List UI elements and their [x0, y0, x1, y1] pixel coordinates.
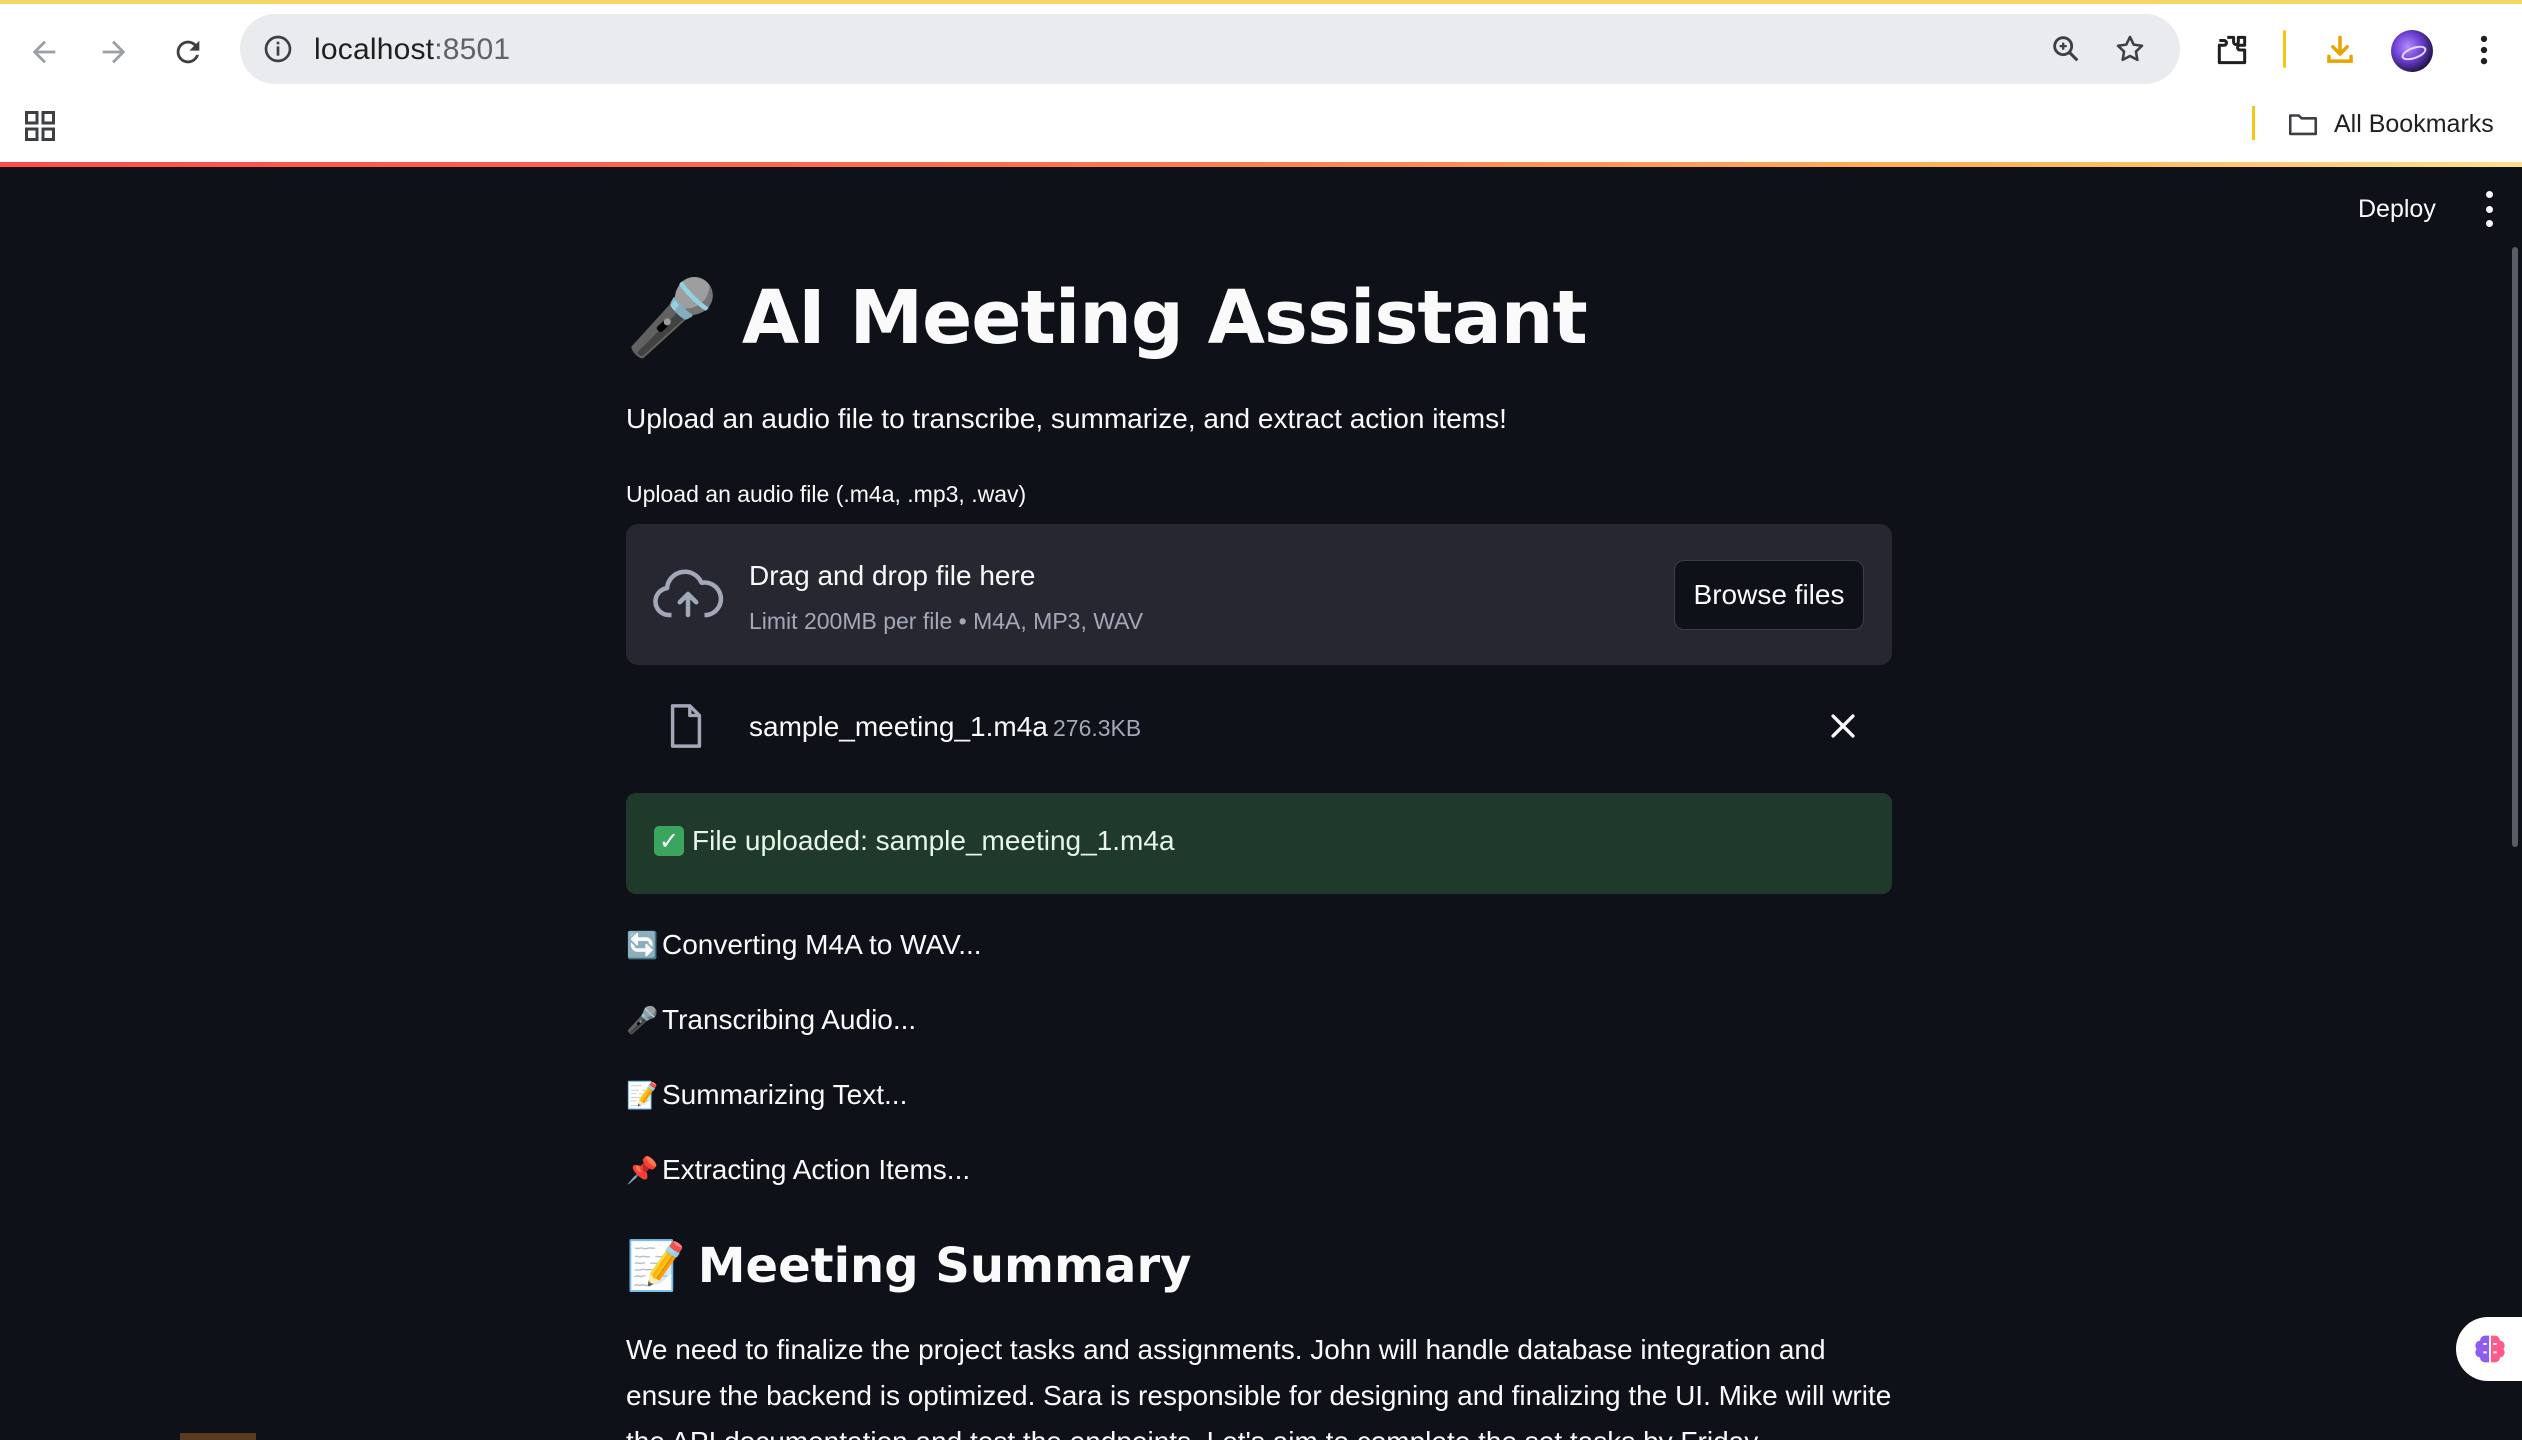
assistant-widget-button[interactable] — [2456, 1317, 2522, 1381]
uploaded-file-size: 276.3KB — [1053, 715, 1142, 741]
address-bar[interactable]: localhost:8501 — [240, 14, 2180, 84]
url-text: localhost:8501 — [314, 33, 510, 67]
zoom-icon[interactable] — [2046, 29, 2086, 69]
download-icon[interactable] — [2316, 26, 2364, 74]
browser-menu-icon[interactable] — [2460, 26, 2508, 74]
pushpin-icon: 📌 — [626, 1155, 659, 1185]
bookmark-star-icon[interactable] — [2110, 29, 2150, 69]
file-icon — [670, 704, 702, 748]
arrow-right-icon — [102, 40, 126, 64]
status-step: 📌 Extracting Action Items... — [626, 1154, 970, 1186]
all-bookmarks-label: All Bookmarks — [2334, 109, 2494, 138]
main-menu-icon[interactable] — [2474, 191, 2504, 227]
success-message: ✓ File uploaded: sample_meeting_1.m4a — [654, 825, 1175, 857]
status-step: 📝 Summarizing Text... — [626, 1079, 907, 1111]
file-dropzone[interactable]: Drag and drop file here Limit 200MB per … — [626, 524, 1892, 665]
upload-success-alert: ✓ File uploaded: sample_meeting_1.m4a — [626, 793, 1892, 894]
forward-button[interactable] — [84, 22, 144, 82]
summary-text: We need to finalize the project tasks an… — [626, 1334, 1892, 1440]
upload-label: Upload an audio file (.m4a, .mp3, .wav) — [626, 481, 1027, 507]
apps-grid-icon[interactable] — [22, 108, 58, 144]
page-title: 🎤 AI Meeting Assistant — [626, 275, 1588, 361]
back-button[interactable] — [14, 22, 74, 82]
page-subtitle: Upload an audio file to transcribe, summ… — [626, 403, 1507, 434]
summary-heading: 📝 Meeting Summary — [626, 1237, 1192, 1295]
status-step-text: Converting M4A to WAV... — [662, 929, 982, 960]
success-label: File uploaded: sample_meeting_1.m4a — [692, 825, 1175, 856]
url-port: :8501 — [434, 33, 511, 66]
status-step-text: Transcribing Audio... — [662, 1004, 917, 1035]
memo-icon: 📝 — [626, 1080, 659, 1110]
reload-icon — [176, 40, 200, 64]
url-host: localhost — [314, 33, 435, 66]
reload-button[interactable] — [158, 22, 218, 82]
checkmark-icon: ✓ — [654, 826, 684, 856]
status-step: 🎤 Transcribing Audio... — [626, 1004, 916, 1036]
browser-window: localhost:8501 All Bookmarks Deploy 🎤 AI… — [0, 0, 2522, 1440]
profile-avatar[interactable] — [2391, 30, 2433, 72]
dropzone-title: Drag and drop file here — [749, 560, 1036, 591]
page-bottom-marker — [180, 1433, 256, 1440]
bookmarks-separator — [2252, 106, 2255, 140]
status-step-text: Summarizing Text... — [662, 1079, 908, 1110]
brain-icon — [2475, 1335, 2505, 1363]
all-bookmarks-button[interactable]: All Bookmarks — [2286, 104, 2494, 144]
summary-heading-text: Meeting Summary — [697, 1237, 1192, 1294]
status-step: 🔄 Converting M4A to WAV... — [626, 929, 982, 961]
uploaded-file-name: sample_meeting_1.m4a — [749, 711, 1048, 742]
remove-file-icon[interactable] — [1826, 709, 1860, 743]
cloud-upload-icon — [653, 569, 724, 618]
deploy-button[interactable]: Deploy — [2340, 189, 2454, 230]
browser-toolbar: localhost:8501 — [0, 4, 2522, 92]
browse-files-button[interactable]: Browse files — [1674, 560, 1864, 630]
microphone-icon: 🎤 — [626, 1005, 659, 1035]
refresh-icon: 🔄 — [626, 930, 659, 960]
arrow-left-icon — [32, 40, 56, 64]
bookmarks-bar: All Bookmarks — [0, 92, 2522, 162]
memo-icon: 📝 — [626, 1238, 686, 1294]
toolbar-separator — [2283, 30, 2286, 68]
dropzone-limit: Limit 200MB per file • M4A, MP3, WAV — [749, 608, 1144, 634]
status-step-text: Extracting Action Items... — [662, 1154, 971, 1185]
streamlit-app: Deploy 🎤 AI Meeting Assistant Upload an … — [0, 167, 2522, 1440]
page-scrollbar[interactable] — [2512, 247, 2518, 847]
uploaded-file-item: sample_meeting_1.m4a 276.3KB — [626, 687, 1892, 767]
extensions-icon[interactable] — [2208, 26, 2256, 74]
site-info-icon[interactable] — [258, 29, 298, 69]
folder-icon — [2288, 114, 2318, 136]
